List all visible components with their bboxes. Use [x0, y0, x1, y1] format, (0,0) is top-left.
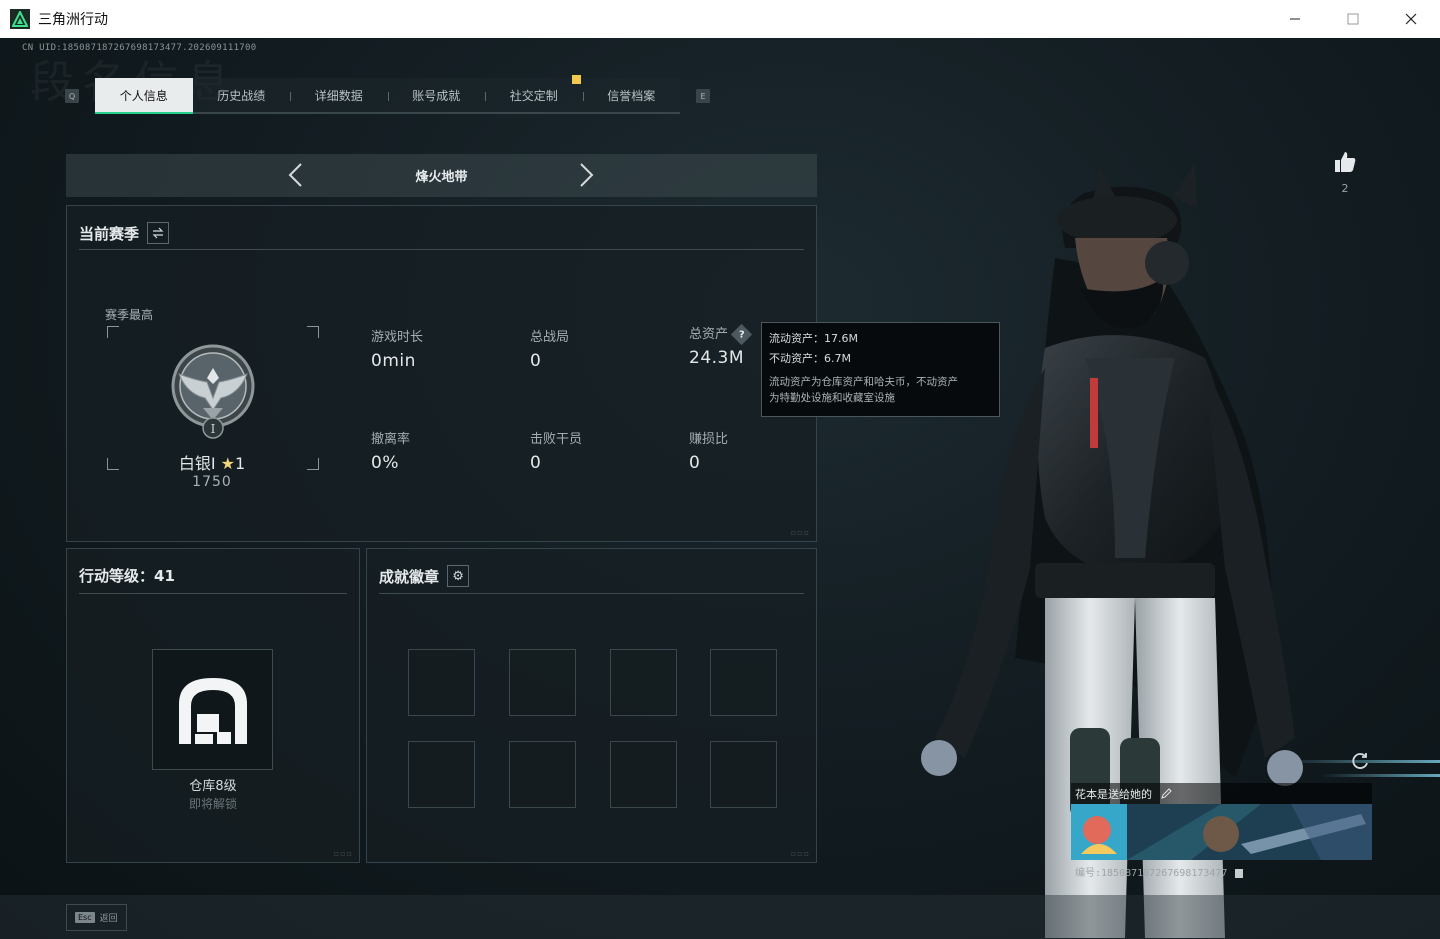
- next-mode-arrow-icon[interactable]: [571, 161, 599, 189]
- decorative-glow-line: [1320, 774, 1440, 777]
- stat-total-assets: 总资产? 24.3M: [689, 323, 753, 368]
- badge-slot[interactable]: [408, 741, 475, 808]
- badge-slot[interactable]: [509, 741, 576, 808]
- game-area: 段名信息 CN UID:185087187267698173477.202609…: [0, 38, 1440, 939]
- tooltip-description: 为特勤处设施和收藏室设施: [769, 392, 895, 404]
- window-title: 三角洲行动: [38, 12, 108, 28]
- silver-rank-emblem-icon: I: [171, 344, 255, 439]
- badges-title: 成就徽章: [379, 567, 440, 586]
- switch-icon: [152, 227, 164, 239]
- stat-kills: 击败干员 0: [530, 428, 582, 473]
- edit-icon[interactable]: [1160, 787, 1172, 800]
- badge-slot[interactable]: [710, 741, 777, 808]
- tab-prev-key-hint[interactable]: Q: [65, 89, 79, 103]
- stat-profit-ratio: 赚损比 0: [689, 428, 728, 473]
- rank-tier-numeral: I: [211, 422, 216, 436]
- rank-star-icon: ★: [220, 454, 235, 473]
- stat-label: 总资产: [689, 327, 729, 342]
- badge-slot[interactable]: [610, 649, 677, 716]
- prev-mode-arrow-icon[interactable]: [283, 161, 311, 189]
- like-count: 2: [1341, 182, 1349, 195]
- esc-key-hint: Esc: [75, 912, 95, 923]
- tab-social-custom[interactable]: 社交定制: [485, 78, 583, 112]
- card-serial: 编号:185087187267698173477: [1075, 868, 1228, 879]
- tab-detailed-data[interactable]: 详细数据: [290, 78, 388, 112]
- liquid-assets: 流动资产：17.6M: [769, 332, 858, 345]
- divider: [379, 593, 804, 594]
- close-button[interactable]: [1382, 0, 1440, 38]
- badge-slot[interactable]: [610, 741, 677, 808]
- card-title: 花本是送给她的: [1075, 787, 1152, 801]
- stat-label: 击败干员: [530, 432, 583, 447]
- name-card[interactable]: 花本是送给她的: [1071, 783, 1372, 860]
- rank-score: 1750: [192, 474, 232, 490]
- season-panel: 当前赛季 赛季最高 I 白银I ★1 1750 游戏时长 0min 总战局 0 …: [66, 205, 817, 542]
- fixed-assets: 不动资产：6.7M: [769, 352, 851, 365]
- divider: [79, 249, 804, 250]
- decorative-corner: ▫▫▫: [333, 849, 353, 858]
- window-titlebar: 三角洲行动: [0, 0, 1440, 38]
- switch-season-button[interactable]: [147, 222, 170, 244]
- assets-tooltip: 流动资产：17.6M 不动资产：6.7M 流动资产为仓库资产和哈夫币，不动资产 …: [761, 322, 1000, 417]
- tooltip-description: 流动资产为仓库资产和哈夫币，不动资产: [769, 376, 958, 388]
- mode-selector: 烽火地带: [66, 154, 817, 197]
- warehouse-level-box[interactable]: [152, 649, 273, 770]
- mode-label: 烽火地带: [415, 170, 468, 185]
- action-level-panel: 行动等级：41 仓库8级 即将解锁 ▫▫▫: [66, 548, 360, 863]
- warehouse-icon: [178, 677, 247, 744]
- tab-next-key-hint[interactable]: E: [696, 89, 710, 103]
- card-artwork: [1071, 804, 1372, 860]
- stat-value: 0: [530, 351, 542, 371]
- help-icon[interactable]: ?: [730, 323, 753, 346]
- player-uid: CN UID:185087187267698173477.20260911170…: [22, 43, 257, 53]
- rank-name: 白银I: [178, 454, 216, 473]
- tab-bar: 个人信息 历史战绩 详细数据 账号成就 社交定制 信誉档案: [95, 78, 680, 114]
- gear-icon: ⚙: [452, 568, 464, 584]
- tab-personal-info[interactable]: 个人信息: [95, 78, 193, 114]
- refresh-button[interactable]: [1349, 750, 1371, 772]
- stat-value: 0%: [371, 453, 399, 473]
- decorative-corner: ▫▫▫: [790, 849, 810, 858]
- stat-total-matches: 总战局 0: [530, 326, 569, 371]
- refresh-icon: [1352, 753, 1368, 769]
- back-label: 返回: [99, 914, 118, 924]
- bottom-bar: [0, 895, 1440, 939]
- back-button[interactable]: Esc 返回: [66, 904, 127, 931]
- new-badge-icon: [572, 75, 581, 84]
- like-button[interactable]: 2: [1332, 150, 1358, 195]
- rank-star-count: 1: [234, 454, 246, 473]
- action-level-title: 行动等级：41: [79, 567, 175, 585]
- maximize-button[interactable]: [1324, 0, 1382, 38]
- badge-slot[interactable]: [408, 649, 475, 716]
- stat-extract-rate: 撤离率 0%: [371, 428, 410, 473]
- divider: [79, 593, 347, 594]
- stat-value: 0: [530, 453, 542, 473]
- warehouse-unlock-status: 即将解锁: [188, 797, 237, 811]
- stat-label: 撤离率: [371, 432, 411, 447]
- stat-label: 游戏时长: [371, 330, 424, 345]
- badge-slot[interactable]: [509, 649, 576, 716]
- stat-label: 赚损比: [689, 432, 729, 447]
- minimize-button[interactable]: [1266, 0, 1324, 38]
- stat-play-time: 游戏时长 0min: [371, 326, 423, 371]
- app-logo-icon: [10, 9, 30, 29]
- warehouse-level-label: 仓库8级: [189, 779, 237, 794]
- badge-settings-button[interactable]: ⚙: [447, 565, 470, 587]
- stat-value: 0: [689, 453, 701, 473]
- tab-credit-record[interactable]: 信誉档案: [582, 78, 681, 112]
- season-high-label: 赛季最高: [105, 308, 154, 322]
- tab-history[interactable]: 历史战绩: [193, 78, 291, 112]
- season-title: 当前赛季: [79, 224, 140, 243]
- badge-slot[interactable]: [710, 649, 777, 716]
- thumbs-up-icon: [1335, 152, 1356, 172]
- copy-icon[interactable]: [1235, 868, 1244, 878]
- achievement-badges-panel: 成就徽章 ⚙ ▫▫▫: [366, 548, 817, 863]
- stat-value: 0min: [371, 351, 416, 371]
- decorative-corner: ▫▫▫: [790, 528, 810, 537]
- frame-corner: [107, 326, 119, 338]
- tab-achievements[interactable]: 账号成就: [387, 78, 486, 112]
- stat-value: 24.3M: [689, 348, 745, 368]
- frame-corner: [307, 326, 319, 338]
- stat-label: 总战局: [530, 330, 570, 345]
